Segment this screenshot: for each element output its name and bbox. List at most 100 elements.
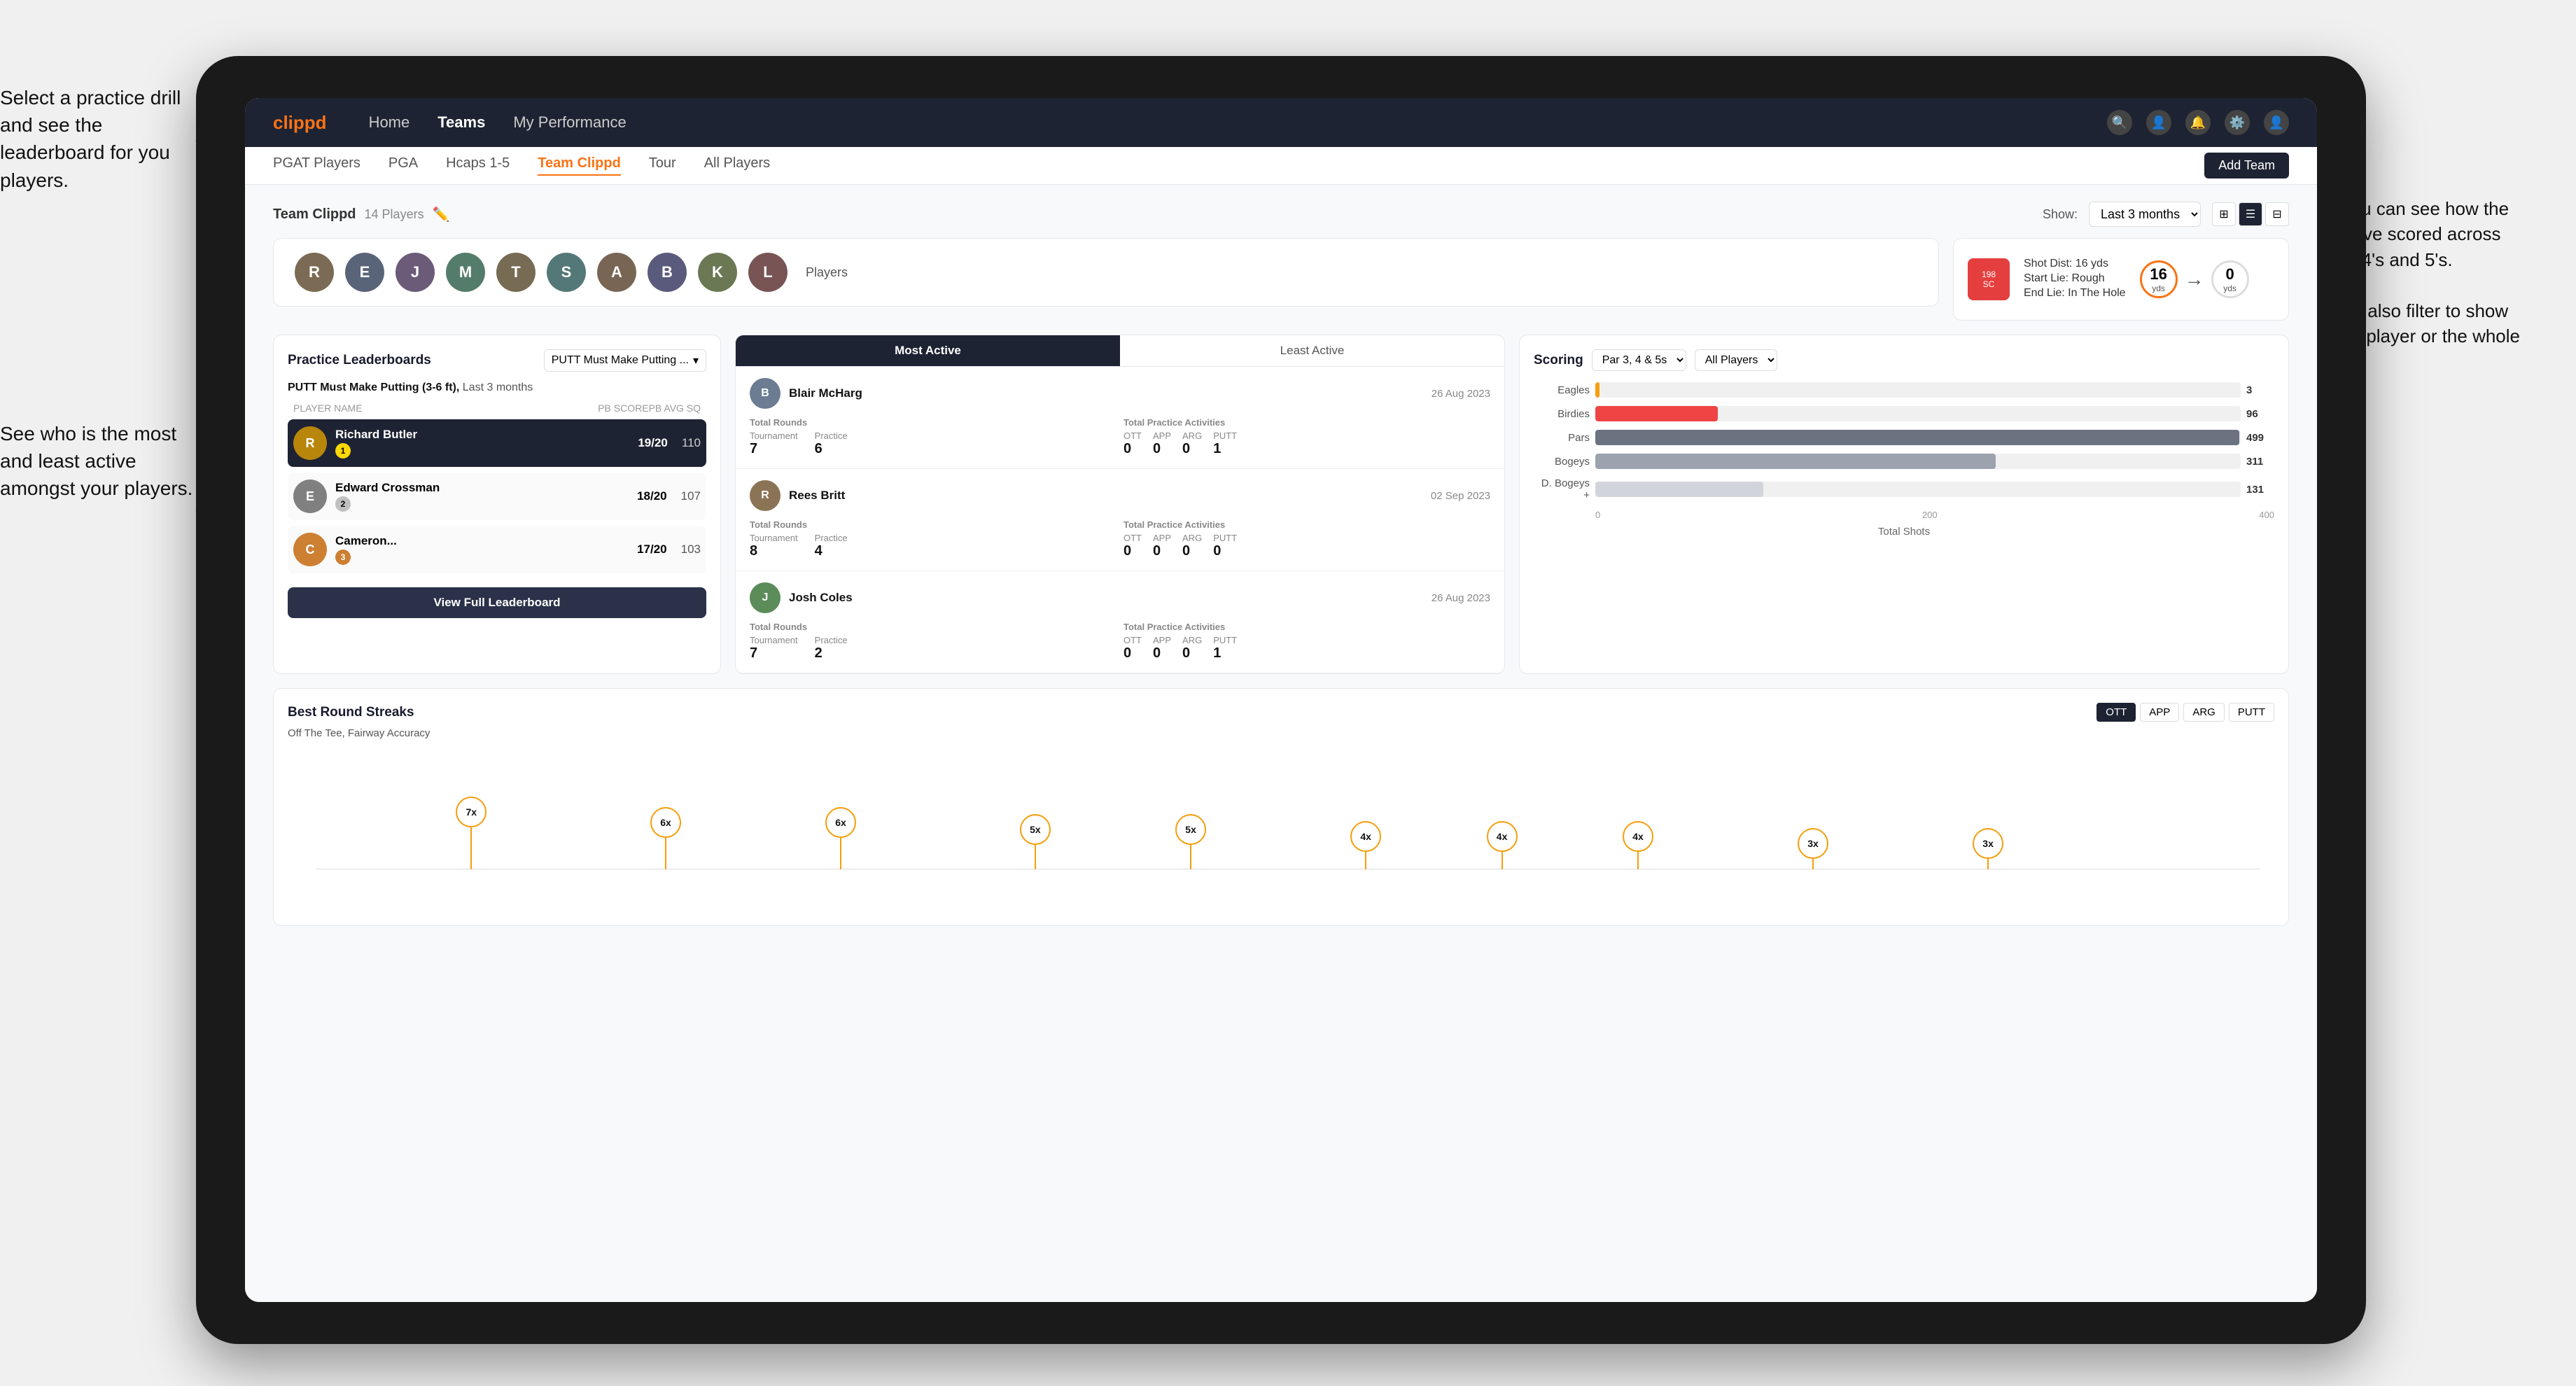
lb-player-1[interactable]: R Richard Butler 1 19/20 110 (288, 419, 706, 467)
birdies-label: Birdies (1534, 408, 1590, 420)
pa-avatar-2: R (750, 480, 780, 511)
scoring-bar-eagles: Eagles 3 (1534, 382, 2274, 398)
settings-icon[interactable]: ⚙️ (2225, 110, 2250, 135)
streak-line-4 (1035, 845, 1036, 869)
streak-nodes-container: 7x 6x 6x 5x (316, 771, 2260, 869)
nav-link-performance[interactable]: My Performance (513, 113, 626, 132)
shot-dist: Shot Dist: 16 yds (2024, 258, 2126, 270)
streaks-putt-btn[interactable]: PUTT (2229, 703, 2274, 722)
player-avatar-3[interactable]: J (396, 253, 435, 292)
bell-icon[interactable]: 🔔 (2185, 110, 2211, 135)
pa-putt-val-3: 1 (1213, 645, 1237, 662)
lb-badge-1: 1 (335, 443, 351, 458)
pa-date-2: 02 Sep 2023 (1431, 490, 1490, 502)
streak-node-5: 5x (1175, 814, 1206, 869)
player-avatar-1[interactable]: R (295, 253, 334, 292)
view-icons: ⊞ ☰ ⊟ (2212, 202, 2289, 226)
sub-nav-pga[interactable]: PGA (388, 155, 418, 176)
birdies-val: 96 (2246, 408, 2274, 420)
streak-line-10 (1987, 859, 1989, 869)
streak-badge-1: 7x (456, 797, 486, 827)
lb-player-2[interactable]: E Edward Crossman 2 18/20 107 (288, 472, 706, 520)
pa-tournament-val-2: 8 (750, 543, 798, 559)
pa-stats-2: Total Rounds Tournament 8 Practice 4 (750, 519, 1490, 559)
nav-link-teams[interactable]: Teams (438, 113, 485, 132)
eagles-bar (1595, 382, 1600, 398)
pa-practice-val-3: 2 (815, 645, 848, 662)
most-active-tab[interactable]: Most Active (736, 335, 1120, 366)
shot-red-box: 198 SC (1968, 258, 2010, 300)
nav-link-home[interactable]: Home (369, 113, 410, 132)
pa-arg-label-3: ARG (1182, 635, 1202, 645)
scoring-bar-birdies: Birdies 96 (1534, 406, 2274, 421)
eagles-label: Eagles (1534, 384, 1590, 396)
pa-name-3: Josh Coles (789, 591, 1432, 605)
leaderboard-subtitle: PUTT Must Make Putting (3-6 ft), Last 3 … (288, 382, 706, 394)
streak-node-3: 6x (825, 807, 856, 869)
view-leaderboard-button[interactable]: View Full Leaderboard (288, 587, 706, 618)
scoring-player-filter[interactable]: All Players (1695, 349, 1777, 371)
detail-view-btn[interactable]: ⊟ (2265, 202, 2289, 226)
sub-nav-all-players[interactable]: All Players (704, 155, 770, 176)
scoring-bar-dbogeys: D. Bogeys + 131 (1534, 477, 2274, 501)
scoring-par-filter[interactable]: Par 3, 4 & 5s (1592, 349, 1686, 371)
pa-tournament-label-3: Tournament (750, 635, 798, 645)
pa-tournament-val-1: 7 (750, 441, 798, 457)
sub-nav-team-clippd[interactable]: Team Clippd (538, 155, 621, 176)
pa-app-val-1: 0 (1153, 441, 1171, 457)
pars-label: Pars (1534, 432, 1590, 444)
grid-view-btn[interactable]: ⊞ (2212, 202, 2236, 226)
player-avatar-5[interactable]: T (496, 253, 536, 292)
lb-name-1: Richard Butler (335, 428, 624, 442)
nav-links: Home Teams My Performance (369, 113, 2107, 132)
user-avatar-icon[interactable]: 👤 (2264, 110, 2289, 135)
add-team-button[interactable]: Add Team (2204, 153, 2289, 178)
streaks-ott-btn[interactable]: OTT (2096, 703, 2136, 722)
search-icon[interactable]: 🔍 (2107, 110, 2132, 135)
least-active-tab[interactable]: Least Active (1120, 335, 1504, 366)
pa-arg-label-1: ARG (1182, 430, 1202, 441)
player-avatar-9[interactable]: K (698, 253, 737, 292)
show-period-select[interactable]: Last 3 months (2089, 202, 2201, 227)
pa-tournament-val-3: 7 (750, 645, 798, 662)
col-player-name: PLAYER NAME (293, 402, 598, 414)
pa-total-rounds-label-3: Total Rounds (750, 622, 1116, 632)
lb-name-3: Cameron... (335, 534, 623, 548)
lb-score-1: 19/20 (638, 436, 668, 450)
pa-practice-val-2: 4 (815, 543, 848, 559)
shot-start-lie: Start Lie: Rough (2024, 272, 2126, 285)
player-avatar-10[interactable]: L (748, 253, 788, 292)
list-view-btn[interactable]: ☰ (2239, 202, 2262, 226)
lb-player-3[interactable]: C Cameron... 3 17/20 103 (288, 526, 706, 573)
team-controls: Show: Last 3 months ⊞ ☰ ⊟ (2043, 202, 2289, 227)
streak-badge-4: 5x (1020, 814, 1051, 845)
sub-nav-tour[interactable]: Tour (649, 155, 676, 176)
dbogeys-val: 131 (2246, 484, 2274, 496)
shot-right-unit: yds (2223, 284, 2236, 293)
player-avatar-7[interactable]: A (597, 253, 636, 292)
player-avatar-8[interactable]: B (648, 253, 687, 292)
bogeys-val: 311 (2246, 456, 2274, 468)
streaks-app-btn[interactable]: APP (2140, 703, 2179, 722)
lb-avatar-3: C (293, 533, 327, 566)
drill-dropdown[interactable]: PUTT Must Make Putting ... ▾ (544, 349, 706, 372)
player-avatar-4[interactable]: M (446, 253, 485, 292)
sub-nav-hcaps[interactable]: Hcaps 1-5 (446, 155, 510, 176)
players-row: R E J M T S A B K L Players (273, 238, 1939, 307)
pa-name-1: Blair McHarg (789, 386, 1432, 400)
streak-line-6 (1365, 852, 1366, 869)
x-axis-200: 200 (1922, 510, 1938, 520)
streaks-arg-btn[interactable]: ARG (2183, 703, 2225, 722)
edit-team-icon[interactable]: ✏️ (433, 206, 450, 223)
streak-badge-8: 4x (1623, 821, 1653, 852)
col-pb-score: PB SCORE (598, 402, 648, 414)
shot-unit: SC (1983, 279, 1995, 289)
profile-icon[interactable]: 👤 (2146, 110, 2171, 135)
pa-arg-val-1: 0 (1182, 441, 1202, 457)
player-avatar-6[interactable]: S (547, 253, 586, 292)
sub-nav-pgat[interactable]: PGAT Players (273, 155, 360, 176)
x-axis-0: 0 (1595, 510, 1600, 520)
streak-node-1: 7x (456, 797, 486, 869)
birdies-bar (1595, 406, 1718, 421)
player-avatar-2[interactable]: E (345, 253, 384, 292)
